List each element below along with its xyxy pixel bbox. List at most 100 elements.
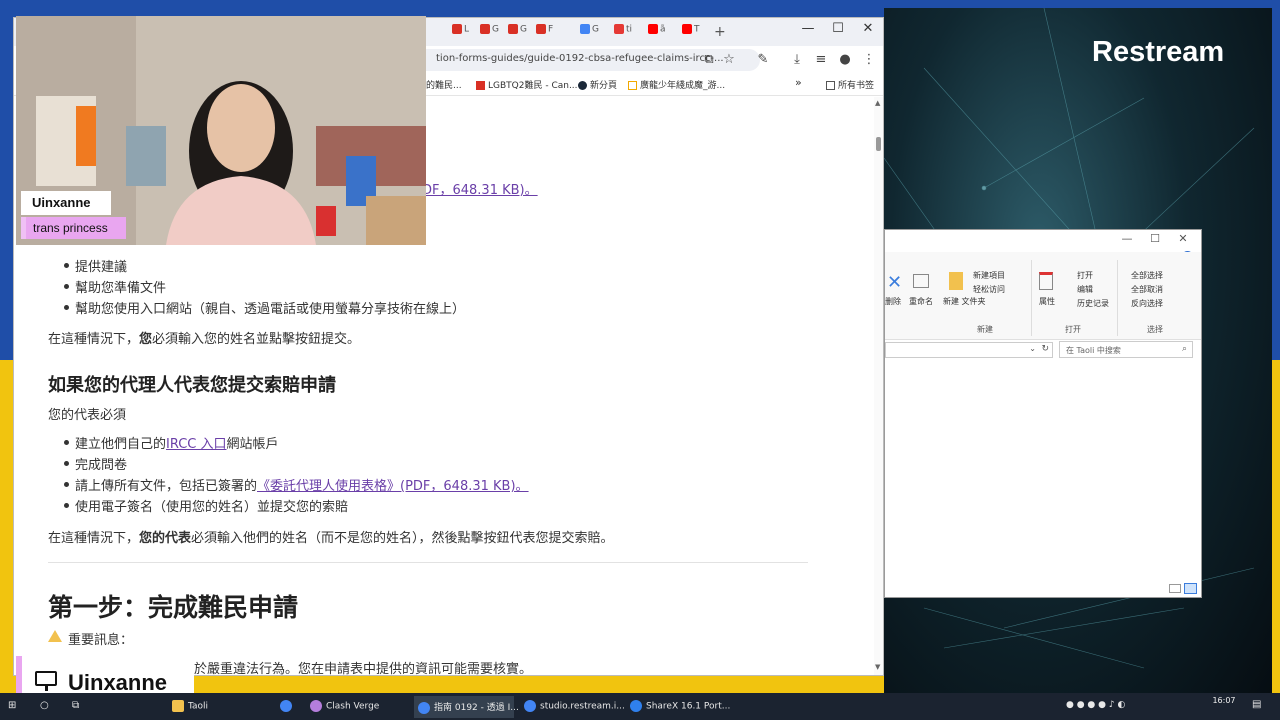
browser-tab[interactable]: G xyxy=(580,24,610,40)
close-icon[interactable]: ✕ xyxy=(853,21,883,36)
chrome-icon xyxy=(280,700,292,712)
refresh-icon[interactable]: ↻ xyxy=(1041,344,1049,354)
tray-icons[interactable]: ● ● ● ● ♪ ◐ xyxy=(1066,700,1125,710)
history-button[interactable]: 历史记录 xyxy=(1077,298,1109,309)
taskbar-item-sharex[interactable]: ShareX 16.1 Port... xyxy=(630,700,730,712)
properties-icon[interactable] xyxy=(1039,272,1053,290)
rename-icon[interactable] xyxy=(913,274,929,288)
taskbar-item-restream[interactable]: studio.restream.i... xyxy=(524,700,625,712)
chrome-icon xyxy=(524,700,536,712)
chevron-down-icon[interactable]: ⌄ xyxy=(1029,344,1036,353)
section-heading: 如果您的代理人代表您提交索賠申請 xyxy=(48,375,336,396)
browser-tab[interactable]: ti xyxy=(614,24,644,40)
ircc-portal-link[interactable]: IRCC 入口 xyxy=(166,437,227,452)
scroll-up-icon[interactable]: ▲ xyxy=(875,99,880,107)
list-item: 完成問卷 xyxy=(75,458,128,473)
tiles-view-icon[interactable] xyxy=(1184,583,1197,594)
details-view-icon[interactable] xyxy=(1169,584,1181,593)
view-toggle[interactable] xyxy=(1169,582,1199,594)
search-icon[interactable]: ○ xyxy=(40,700,49,711)
notification-icon[interactable]: ▤ xyxy=(1252,699,1261,710)
maple-leaf-icon xyxy=(480,24,490,34)
browser-tab[interactable]: ã xyxy=(648,24,678,40)
bookmark-star-icon[interactable]: ☆ xyxy=(720,52,738,67)
restream-logo: Restream xyxy=(1092,36,1225,68)
minimize-icon[interactable]: — xyxy=(1113,230,1141,248)
chrome-icon xyxy=(418,701,430,714)
page-scrollbar[interactable]: ▲ ▼ xyxy=(874,97,883,675)
taskbar-item-clash[interactable]: Clash Verge xyxy=(310,700,379,712)
select-all-button[interactable]: 全部选择 xyxy=(1131,270,1163,281)
maximize-icon[interactable]: ☐ xyxy=(1141,230,1169,248)
bookmarks-overflow-button[interactable]: » xyxy=(795,76,802,89)
list-item: 提供建議 xyxy=(75,260,128,275)
select-none-button[interactable]: 全部取消 xyxy=(1131,284,1163,295)
browser-tab[interactable]: L xyxy=(452,24,482,40)
edit-button[interactable]: 编辑 xyxy=(1077,284,1093,295)
browser-tab[interactable]: G xyxy=(508,24,538,40)
file-explorer-window[interactable]: — ☐ ✕ ? ⌃ ✕ 删除 重命名 新建 文件夹 新建項目 轻松访问 属性 打… xyxy=(884,229,1202,598)
ribbon-group-new: 新建 xyxy=(977,325,993,334)
bookmark-item[interactable]: LGBTQ2難民 - Can... xyxy=(476,78,578,91)
extensions-icon[interactable]: ✎ xyxy=(754,52,772,67)
youtube-icon xyxy=(648,24,658,34)
list-item: 建立他們自己的IRCC 入口網站帳戶 xyxy=(75,437,279,452)
explorer-address-bar[interactable]: ⌄ ↻ xyxy=(885,342,1053,358)
search-icon: ⌕ xyxy=(1181,344,1187,354)
taskbar-item-taoli[interactable]: Taoli xyxy=(172,700,208,712)
representative-form-link[interactable]: 《委託代理人使用表格》(PDF，648.31 KB)。 xyxy=(257,479,529,494)
bookmark-item[interactable]: 廣龍少年綫成魔_游... xyxy=(628,78,725,91)
list-bullet xyxy=(64,284,69,289)
new-tab-button[interactable]: + xyxy=(714,24,744,40)
youtube-icon xyxy=(682,24,692,34)
maximize-icon[interactable]: ☐ xyxy=(823,21,853,36)
google-icon xyxy=(580,24,590,34)
invert-select-button[interactable]: 反向选择 xyxy=(1131,298,1163,309)
taskbar-clock[interactable]: 16:07 xyxy=(1204,696,1244,706)
properties-button[interactable]: 属性 xyxy=(1039,296,1055,307)
scroll-thumb[interactable] xyxy=(876,137,881,151)
new-item-button[interactable]: 新建項目 xyxy=(973,270,1005,281)
rename-button[interactable]: 重命名 xyxy=(909,296,933,307)
profile-avatar-icon[interactable]: ● xyxy=(836,52,854,67)
delete-button[interactable]: 删除 xyxy=(885,296,901,307)
paragraph: 在這種情況下，您必須輸入您的姓名並點擊按鈕提交。 xyxy=(48,332,361,347)
scroll-down-icon[interactable]: ▼ xyxy=(875,663,880,671)
bookmark-item[interactable]: 的難民... xyxy=(426,78,462,91)
ribbon-separator xyxy=(1117,260,1118,336)
taskbar-item-guide[interactable]: 指南 0192 - 透過 I... xyxy=(418,700,519,714)
download-icon[interactable]: ⤓ xyxy=(788,52,806,67)
folder-icon xyxy=(826,81,835,90)
reading-list-icon[interactable]: ≡ xyxy=(812,52,830,67)
monitor-icon xyxy=(35,671,57,686)
browser-tab[interactable]: F xyxy=(536,24,566,40)
task-view-icon[interactable]: ⧉ xyxy=(72,700,79,711)
ribbon-group-select: 选择 xyxy=(1147,325,1163,334)
start-icon[interactable]: ⊞ xyxy=(8,700,16,711)
maple-leaf-icon xyxy=(452,24,462,34)
minimize-icon[interactable]: — xyxy=(793,21,823,36)
list-bullet xyxy=(64,305,69,310)
open-button[interactable]: 打开 xyxy=(1077,270,1093,281)
steam-icon xyxy=(578,81,587,90)
explorer-search-input[interactable]: 在 Taoli 中搜索 ⌕ xyxy=(1059,341,1193,358)
list-item: 使用電子簽名（使用您的姓名）並提交您的索賠 xyxy=(75,500,349,515)
new-folder-button[interactable]: 新建 文件夹 xyxy=(943,296,986,307)
bookmark-item[interactable]: 新分頁 xyxy=(578,78,617,91)
close-icon[interactable]: ✕ xyxy=(1169,230,1197,248)
browser-tab[interactable]: G xyxy=(480,24,510,40)
translate-icon[interactable]: ⧉ xyxy=(700,52,718,67)
explorer-titlebar[interactable]: — ☐ ✕ xyxy=(885,230,1201,248)
easy-access-button[interactable]: 轻松访问 xyxy=(973,284,1005,295)
taskbar-item-chrome[interactable] xyxy=(280,700,296,712)
form-link-partial[interactable]: DF，648.31 KB)。 xyxy=(422,179,538,198)
maple-leaf-icon xyxy=(508,24,518,34)
maple-leaf-icon xyxy=(536,24,546,34)
list-bullet xyxy=(64,503,69,508)
menu-dots-icon[interactable]: ⋮ xyxy=(860,52,878,67)
all-bookmarks-button[interactable]: 所有书签 xyxy=(826,78,874,91)
browser-tab[interactable]: T xyxy=(682,24,712,40)
new-folder-icon[interactable] xyxy=(949,272,963,290)
sharex-icon xyxy=(630,700,642,712)
delete-icon[interactable]: ✕ xyxy=(887,272,902,293)
